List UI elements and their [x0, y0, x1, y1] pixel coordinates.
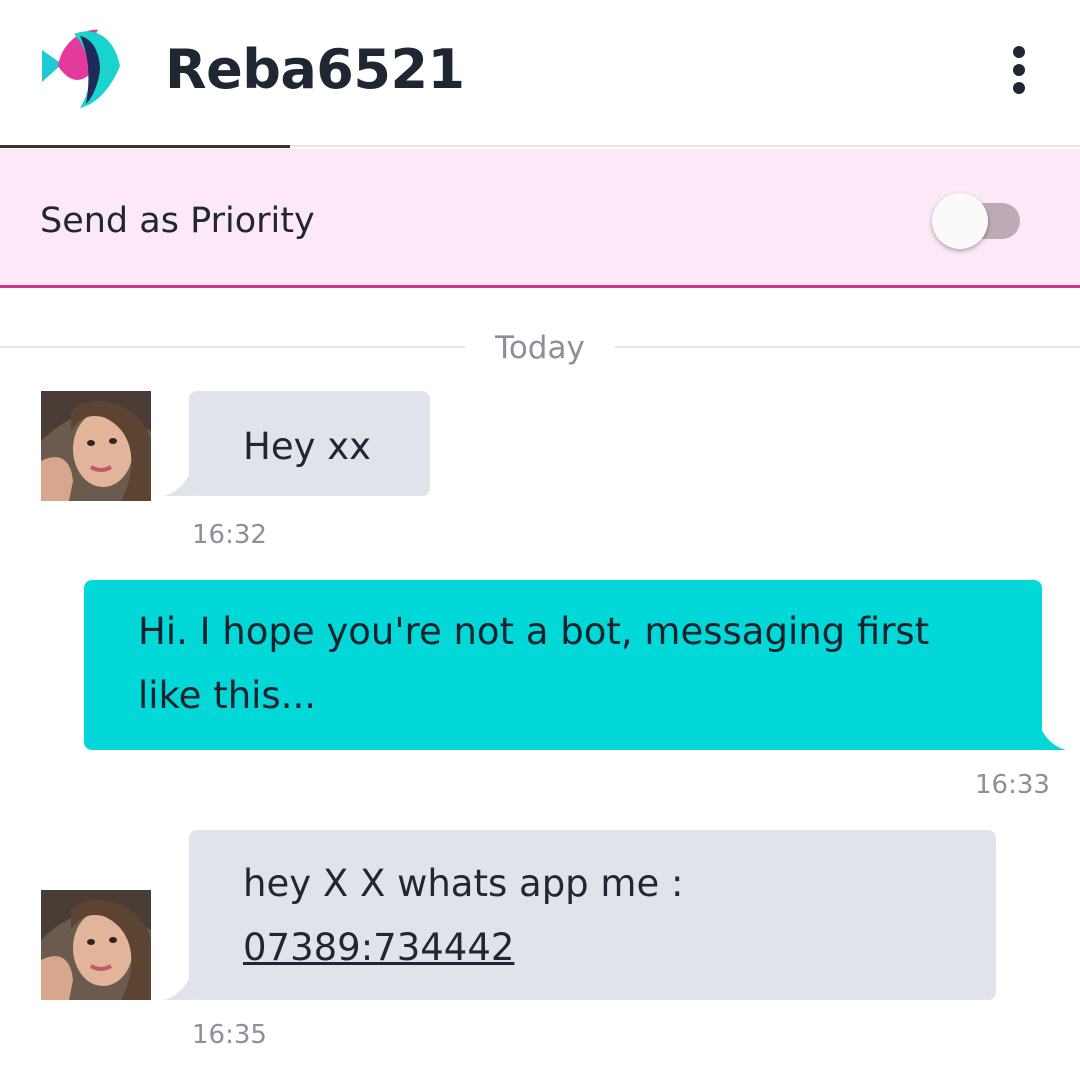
message-text: Hey xx: [243, 425, 372, 468]
message-text-line-1: hey X X whats app me :: [243, 862, 684, 905]
date-divider: Today: [495, 330, 585, 366]
priority-label: Send as Priority: [40, 201, 315, 241]
message-text-line-2: like this...: [138, 674, 316, 717]
message-time: 16:32: [192, 520, 267, 550]
divider-line-left: [0, 346, 465, 348]
bubble-tail: [164, 966, 194, 1000]
chat-header: Reba6521: [0, 0, 1080, 147]
fish-logo-icon: [40, 26, 126, 112]
message-bubble-outgoing[interactable]: Hi. I hope you're not a bot, messaging f…: [84, 580, 1042, 750]
message-time: 16:35: [192, 1020, 267, 1050]
priority-toggle[interactable]: [932, 192, 1022, 250]
contact-name[interactable]: Reba6521: [165, 38, 465, 101]
more-vertical-icon[interactable]: [1000, 42, 1040, 98]
message-text-line-1: Hi. I hope you're not a bot, messaging f…: [138, 610, 930, 653]
message-time: 16:33: [975, 770, 1050, 800]
toggle-thumb: [932, 193, 988, 249]
message-bubble-incoming[interactable]: hey X X whats app me : 07389:734442: [189, 830, 996, 1000]
profile-photo-strip: [0, 145, 290, 148]
phone-number-link[interactable]: 07389:734442: [243, 926, 514, 969]
priority-bar: Send as Priority: [0, 149, 1080, 288]
avatar[interactable]: [41, 890, 151, 1000]
avatar[interactable]: [41, 391, 151, 501]
message-bubble-incoming[interactable]: Hey xx: [189, 391, 430, 496]
divider-line-right: [615, 346, 1080, 348]
bubble-tail: [164, 462, 194, 496]
bubble-tail: [1036, 716, 1066, 750]
